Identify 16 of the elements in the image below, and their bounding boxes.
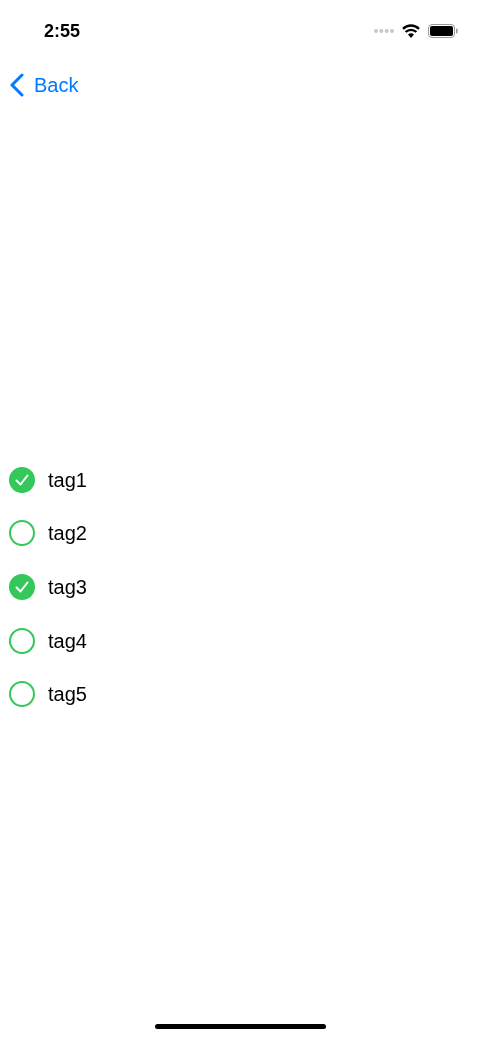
tag-label: tag2 (48, 521, 87, 547)
tag-label: tag1 (48, 467, 87, 493)
checked-circle-icon[interactable] (9, 466, 35, 493)
back-button[interactable]: Back (10, 70, 79, 100)
tag-label: tag4 (48, 628, 87, 654)
back-chevron-icon (10, 73, 24, 97)
wifi-icon (402, 24, 420, 38)
empty-circle-icon[interactable] (9, 627, 35, 654)
tag-label: tag5 (48, 682, 87, 708)
checked-circle-icon[interactable] (9, 574, 35, 600)
battery-icon (428, 24, 458, 38)
status-time: 2:55 (44, 19, 81, 43)
empty-circle-icon[interactable] (9, 681, 35, 708)
signal-icon (374, 29, 394, 33)
tag-label: tag3 (48, 575, 87, 600)
empty-circle-icon[interactable] (9, 520, 35, 547)
